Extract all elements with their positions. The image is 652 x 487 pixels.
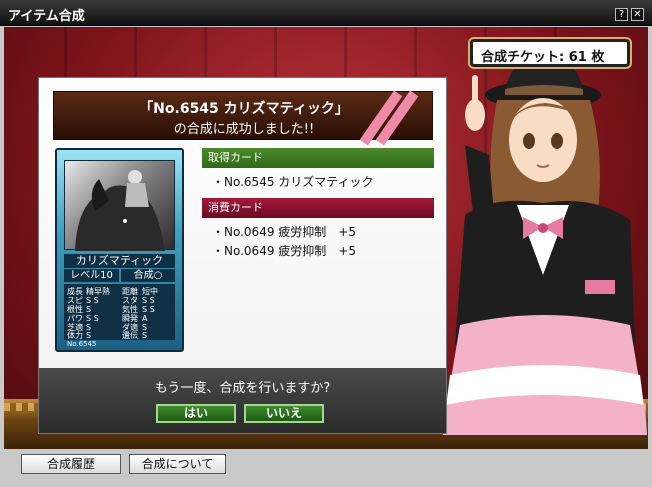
stat-label: 成長	[67, 287, 83, 296]
stat-label: 気性	[122, 305, 138, 314]
help-button[interactable]: ?	[615, 8, 628, 21]
success-banner: 「No.6545 カリズマティック」 の合成に成功しました!!	[53, 90, 433, 146]
about-synthesis-button[interactable]: 合成について	[129, 454, 226, 474]
stat-value: S S	[142, 305, 155, 314]
title-bar: アイテム合成 ? ✕	[0, 0, 652, 26]
stat-value: 精早熟	[86, 287, 110, 296]
stat-value: S	[86, 305, 92, 314]
stat-value: S	[86, 331, 92, 340]
synthesize-again-question: もう一度、合成を行いますか?	[154, 381, 331, 396]
character-illustration	[443, 56, 647, 435]
card-number: No.6545	[67, 340, 97, 348]
card-level: レベル10	[64, 269, 119, 282]
stat-value: 短中	[142, 287, 158, 296]
acquired-card-item: ・No.6545 カリズマティック	[212, 175, 374, 189]
window-title: アイテム合成	[8, 9, 85, 24]
no-button[interactable]: いいえ	[244, 404, 324, 423]
confirm-area: もう一度、合成を行いますか? はい いいえ	[39, 368, 446, 433]
stat-label: パワ	[67, 314, 83, 323]
synthesis-history-button[interactable]: 合成履歴	[21, 454, 121, 474]
banner-success-message: の合成に成功しました!!	[173, 122, 315, 137]
stat-value: S S	[86, 314, 99, 323]
stat-label: スタ	[122, 296, 138, 305]
stat-label: 根性	[67, 305, 83, 314]
stat-label: 距離	[122, 287, 138, 296]
stat-value: S S	[86, 296, 99, 305]
stat-label: スピ	[67, 296, 83, 305]
result-card: カリズマティック レベル10 合成○ 成長 精早熟 距離 短中 スピ S S ス…	[55, 148, 184, 352]
stat-label: 遺伝	[122, 331, 138, 340]
result-panel: 「No.6545 カリズマティック」 の合成に成功しました!! カリズマティック…	[38, 77, 447, 434]
ticket-count-text: 合成チケット: 61 枚	[481, 50, 605, 65]
banner-card-title: 「No.6545 カリズマティック」	[139, 101, 349, 117]
card-synth-status: 合成○	[121, 269, 175, 282]
synthesis-details: 取得カード ・No.6545 カリズマティック 消費カード ・No.0649 疲…	[202, 148, 434, 360]
close-button[interactable]: ✕	[631, 8, 644, 21]
yes-button[interactable]: はい	[156, 404, 236, 423]
synthesis-ticket-counter: 合成チケット: 61 枚	[470, 39, 630, 67]
stat-label: 瞬発	[122, 314, 138, 323]
footer-bar: 合成履歴 合成について	[0, 449, 652, 487]
horse-portrait	[64, 160, 175, 251]
stat-value: A	[142, 314, 148, 323]
acquired-card-header: 取得カード	[202, 148, 434, 168]
stat-value: S	[142, 331, 148, 340]
consumed-card-header: 消費カード	[202, 198, 434, 218]
card-name: カリズマティック	[64, 254, 175, 268]
card-stats-table: 成長 精早熟 距離 短中 スピ S S スタ S S 根性 S 気性 S S パ…	[64, 284, 175, 340]
stat-label: 体力	[67, 331, 83, 340]
consumed-card-item: ・No.0649 疲労抑制 +5	[212, 225, 356, 239]
stat-value: S S	[142, 296, 155, 305]
item-synthesis-window: アイテム合成 ? ✕ 合成チケット: 61 枚 「No.6545 カリズマティッ…	[0, 0, 652, 487]
consumed-card-item: ・No.0649 疲労抑制 +5	[212, 244, 356, 258]
result-area: 「No.6545 カリズマティック」 の合成に成功しました!! カリズマティック…	[39, 78, 446, 368]
